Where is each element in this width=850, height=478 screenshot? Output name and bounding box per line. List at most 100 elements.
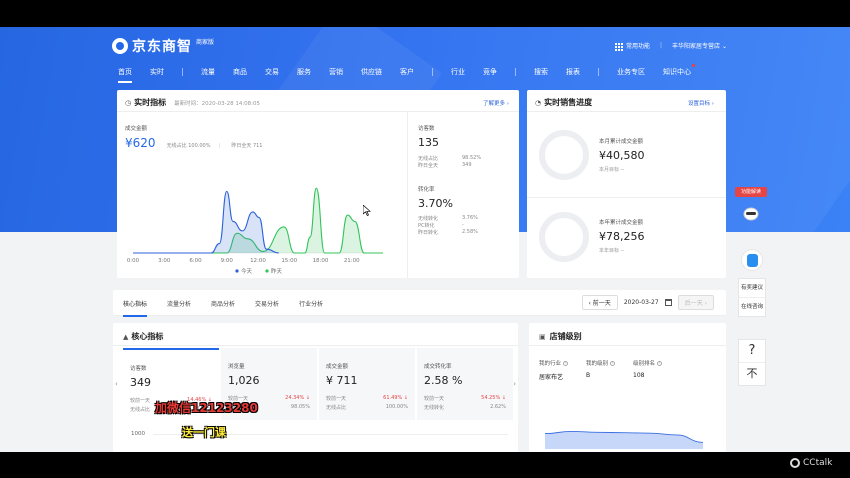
advice-button[interactable]: 有奖建议 xyxy=(739,279,765,298)
help-icon[interactable]: ? xyxy=(563,361,569,366)
shop-level-chart: 3-213-223-233-243-253-263-27 xyxy=(544,430,704,449)
gmv-yesterday: 昨日全天 711 xyxy=(231,143,263,149)
nav-item[interactable]: 竞争 xyxy=(483,67,497,77)
gmv-block: 成交金额 ¥620 无线占比 100.00% | 昨日全天 711 xyxy=(125,126,263,150)
metric-label: 访客数 xyxy=(130,366,147,372)
legend-label: 今天 xyxy=(241,267,253,275)
mouse-cursor-icon xyxy=(363,205,371,216)
brand-edition: 商家版 xyxy=(196,38,215,46)
nav-item[interactable]: 知识中心 xyxy=(663,64,695,77)
tab-item[interactable]: 商品分析 xyxy=(211,299,235,317)
metric-row: 昨日全天 349 xyxy=(418,162,472,169)
year-value: ¥78,256 xyxy=(599,230,645,243)
cctalk-icon xyxy=(790,458,800,468)
x-tick-label: 12:00 xyxy=(250,258,266,264)
next-day-button[interactable]: 后一天 › xyxy=(677,295,714,310)
assistant-app-icon[interactable] xyxy=(741,249,763,271)
realtime-side-metrics: 访客数 135 无线占比 98.52% 昨日全天 349 转化率 3.70% 无线转化… xyxy=(407,112,519,278)
metric-row: 昨日转化 2.58% xyxy=(418,229,478,236)
main-nav: 首页 实时 流量 商品 交易 服务 营销 供应链 客户 行业 竞争 搜索 报表 业务专区 知识中心 xyxy=(118,64,709,83)
nav-separator xyxy=(515,68,516,76)
metric-value: 1,026 xyxy=(228,374,260,387)
x-tick-label: 0:00 xyxy=(127,258,140,264)
legend-marker xyxy=(235,269,239,273)
metric-value: 349 xyxy=(130,376,151,389)
nav-separator xyxy=(598,68,599,76)
learn-more-link[interactable]: 了解更多 › xyxy=(483,99,509,107)
clock-icon: ◷ xyxy=(125,98,132,107)
prev-day-button[interactable]: ‹ 前一天 xyxy=(581,295,618,310)
nav-item[interactable]: 业务专区 xyxy=(617,67,645,77)
legend-marker xyxy=(265,269,269,273)
core-axis-label: 1000 xyxy=(131,431,145,437)
core-metric-tile[interactable]: 成交金额 ¥ 711 较前一天 61.49% ↓ 无线占比 100.00% xyxy=(319,348,415,420)
metric-label: 成交金额 xyxy=(326,364,349,370)
robot-assistant-icon[interactable] xyxy=(741,203,761,223)
month-target: 本月目标 -- xyxy=(599,167,625,173)
month-progress-ring xyxy=(539,130,589,180)
nav-item[interactable]: 交易 xyxy=(265,67,279,77)
date-value[interactable]: 2020-03-27 xyxy=(624,299,659,306)
nav-item[interactable]: 客户 xyxy=(400,67,414,77)
nav-item[interactable]: 实时 xyxy=(150,67,164,77)
metric-value: ¥ 711 xyxy=(326,374,358,387)
year-progress-ring xyxy=(539,212,589,262)
help-icon[interactable]: ? xyxy=(739,340,765,363)
x-tick-label: 3:00 xyxy=(158,258,171,264)
metric-label: 浏览量 xyxy=(228,364,245,370)
core-metrics-card: ▲ 核心指标 ‹ 访客数 349 较前一天 14.46% ↓ 无线占比 98.57% … xyxy=(113,323,518,452)
gmv-wireless-share: 无线占比 100.00% xyxy=(166,143,211,149)
tab-item[interactable]: 交易分析 xyxy=(255,299,279,317)
nav-item[interactable]: 服务 xyxy=(297,67,311,77)
common-functions-button[interactable]: 常用功能 xyxy=(614,41,650,51)
store-selector[interactable]: 丰华阳家居专营店 ⌄ xyxy=(672,41,727,50)
core-metric-tile[interactable]: 成交转化率 2.58 % 较前一天 54.25% ↓ 无线转化 2.62% xyxy=(417,348,513,420)
x-tick-label: 15:00 xyxy=(281,258,297,264)
calendar-icon[interactable] xyxy=(664,299,672,306)
nav-item[interactable]: 行业 xyxy=(451,67,465,77)
store-icon: ▣ xyxy=(539,332,546,341)
nav-item[interactable]: 商品 xyxy=(233,67,247,77)
tab-item[interactable]: 核心指标 xyxy=(123,299,148,317)
help-icon[interactable]: ? xyxy=(610,361,616,366)
metric-label: 成交转化率 xyxy=(424,364,452,370)
chevron-down-icon: ⌄ xyxy=(721,43,727,51)
tab-item[interactable]: 流量分析 xyxy=(167,299,191,317)
chart-icon: ▲ xyxy=(123,332,129,341)
gmv-label: 成交金额 xyxy=(125,126,148,132)
conversion-label: 转化率 xyxy=(418,187,435,193)
legend-label: 昨天 xyxy=(271,267,283,275)
back-to-top-button[interactable]: 不 xyxy=(739,363,765,385)
help-panel: ? 不 xyxy=(738,339,766,386)
watermark-line1: 加微信12123280 xyxy=(155,401,258,415)
series-area xyxy=(133,191,279,253)
metric-row: 无线占比 98.52% xyxy=(418,155,482,162)
set-target-link[interactable]: 设置目标 › xyxy=(688,99,714,107)
x-tick-label: 18:00 xyxy=(313,258,329,264)
shop-level-field: 我的行业? 居家布艺 xyxy=(539,361,569,381)
help-icon[interactable]: ? xyxy=(657,361,663,366)
tab-item[interactable]: 行业分析 xyxy=(299,299,323,317)
shop-level-field: 我的级别? B xyxy=(586,361,616,379)
shop-level-card: ▣店铺级别 我的行业?居家布艺我的级别?B 级别排名?108 3-213-223-… xyxy=(529,323,726,452)
conversion-value: 3.70% xyxy=(418,197,453,210)
visitors-label: 访客数 xyxy=(418,126,435,132)
notification-dot xyxy=(692,64,695,67)
app-screen: 京东商智 商家版 常用功能 | 丰华阳家居专营店 ⌄ 首页 实时 流量 商品 交易 服务 营… xyxy=(0,27,850,452)
nav-item[interactable]: 营销 xyxy=(329,67,343,77)
x-tick-label: 9:00 xyxy=(221,258,234,264)
nav-item[interactable]: 搜索 xyxy=(534,67,548,77)
online-consult-button[interactable]: 在线咨询 xyxy=(739,298,765,316)
brand-logo[interactable]: 京东商智 商家版 xyxy=(112,36,214,56)
scroll-left-arrow[interactable]: ‹ xyxy=(115,380,118,388)
nav-item[interactable]: 首页 xyxy=(118,67,132,83)
scroll-right-arrow[interactable]: › xyxy=(513,380,516,388)
metric-change: 61.49% ↓ xyxy=(383,395,408,401)
gauge-icon: ◔ xyxy=(535,98,542,107)
shop-series-area xyxy=(545,431,703,449)
nav-item[interactable]: 供应链 xyxy=(361,67,382,77)
nav-item[interactable]: 流量 xyxy=(201,67,215,77)
nav-item[interactable]: 报表 xyxy=(566,67,580,77)
feature-guide-badge[interactable]: 功能解读 xyxy=(735,187,767,197)
x-tick-label: 21:00 xyxy=(344,258,360,264)
